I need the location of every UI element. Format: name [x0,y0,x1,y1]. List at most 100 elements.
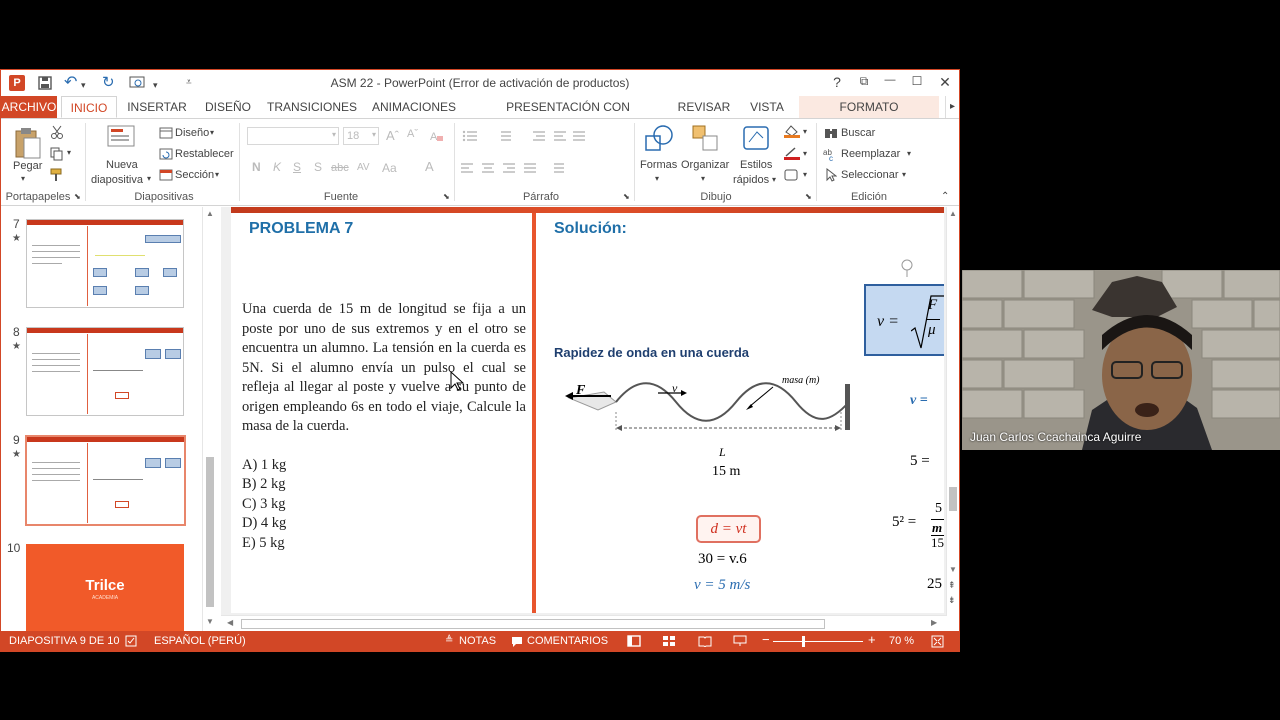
seccion-button[interactable]: Sección [175,169,214,181]
minimize-button[interactable]: — [881,74,899,86]
shape-fill-icon[interactable] [783,124,801,138]
pegar-label[interactable]: Pegar [13,160,42,172]
tabs-scroll-icon[interactable]: ▸ [945,96,959,118]
shape-outline-dropdown-icon[interactable]: ▾ [803,149,807,158]
horizontal-scroll-thumb[interactable] [241,619,825,629]
tab-formato[interactable]: FORMATO [799,96,939,118]
tab-animaciones[interactable]: ANIMACIONES [369,96,459,118]
shadow-button[interactable]: S [314,160,322,174]
tab-presentacion[interactable]: PRESENTACIÓN CON DIAPOSITIVAS [471,96,665,136]
spellcheck-icon[interactable] [125,635,139,647]
buscar-button[interactable]: Buscar [841,127,875,139]
estilos-dropdown-icon[interactable]: ▾ [772,175,776,184]
section-subtitle[interactable]: Rapidez de onda en una cuerda [554,345,749,360]
normal-view-icon[interactable] [627,635,641,647]
option-c[interactable]: C) 3 kg [242,496,286,513]
scroll-right-icon[interactable]: ▶ [931,618,937,627]
slideshow-icon[interactable] [733,635,747,647]
notes-icon[interactable]: ≜ [445,635,453,646]
change-case-button[interactable]: Aa [382,161,397,175]
char-spacing-button[interactable]: AV [357,162,370,173]
ribbon-display-button[interactable]: ⧉ [855,74,873,89]
reset-icon[interactable] [159,148,173,160]
rotate-handle-icon[interactable] [900,259,914,277]
slide-canvas[interactable]: PROBLEMA 7 Solución: Una cuerda de 15 m … [231,207,944,613]
scroll-up-icon[interactable]: ▲ [206,209,214,218]
copy-dropdown-icon[interactable]: ▾ [67,148,71,157]
option-a[interactable]: A) 1 kg [242,457,286,474]
formas-dropdown-icon[interactable]: ▾ [655,174,659,183]
tab-insertar[interactable]: INSERTAR [123,96,191,118]
wave-speed-formula-box[interactable]: v = F μ [864,284,944,356]
zoom-in-icon[interactable]: + [868,632,876,647]
select-cursor-icon[interactable] [825,168,837,182]
slide-thumbnail-7[interactable] [26,219,184,308]
slide-thumbnail-8[interactable] [26,327,184,416]
portapapeles-launcher-icon[interactable]: ⬊ [74,192,81,201]
zoom-level[interactable]: 70 % [889,635,914,647]
slide-thumbnail-9-selected[interactable] [25,435,186,526]
scroll-down-icon[interactable]: ▼ [206,617,214,626]
underline-button[interactable]: S [293,160,301,174]
scroll-left-icon[interactable]: ◀ [227,618,233,627]
tab-archivo[interactable]: ARCHIVO [1,96,57,118]
italic-button[interactable]: K [273,160,281,174]
tab-revisar[interactable]: REVISAR [675,96,733,118]
paragraph-controls[interactable] [461,127,621,187]
collapse-ribbon-icon[interactable]: ⌃ [941,191,949,202]
diseno-button[interactable]: Diseño [175,127,209,139]
fuente-launcher-icon[interactable]: ⬊ [443,192,450,201]
nueva-label[interactable]: Nueva [106,159,138,171]
seccion-dropdown-icon[interactable]: ▾ [215,170,219,179]
shapes-icon[interactable] [643,124,675,154]
new-slide-icon[interactable] [107,125,137,153]
paste-icon[interactable] [12,126,42,160]
copy-icon[interactable] [50,147,64,161]
bold-button[interactable]: N [252,160,261,174]
previous-slide-icon[interactable]: ⇞ [948,580,956,591]
scroll-down-icon[interactable]: ▼ [949,565,957,574]
pegar-dropdown-icon[interactable]: ▾ [21,174,25,183]
thumbnail-scroll-thumb[interactable] [206,457,214,607]
thumbnail-scrollbar[interactable]: ▲ ▼ [202,207,217,631]
shape-effects-dropdown-icon[interactable]: ▾ [803,170,807,179]
tab-vista[interactable]: VISTA [745,96,789,118]
dibujo-launcher-icon[interactable]: ⬊ [805,192,812,201]
slide-thumbnail-pane[interactable]: 7 ★ 8 ★ 9 ★ 10 Trilce ACADEMIA [1,207,201,631]
close-button[interactable]: ✕ [936,74,954,91]
shape-outline-icon[interactable] [783,146,801,160]
equation-v-5[interactable]: v = 5 m/s [694,577,750,594]
help-button[interactable]: ? [828,74,846,90]
option-e[interactable]: E) 5 kg [242,535,285,552]
grow-font-icon[interactable]: Aˆ [386,128,399,143]
fit-slide-icon[interactable] [931,635,944,648]
format-painter-icon[interactable] [50,168,66,182]
slide-horizontal-scrollbar[interactable]: ◀ ▶ [221,615,947,631]
equation-30-v6[interactable]: 30 = v.6 [698,551,747,568]
problem-title[interactable]: PROBLEMA 7 [249,220,353,238]
tab-transiciones[interactable]: TRANSICIONES [267,96,357,118]
font-size-dropdown-icon[interactable]: ▾ [372,130,376,139]
replace-icon[interactable]: abc [823,147,839,161]
organizar-button[interactable]: Organizar [681,159,729,171]
layout-icon[interactable] [159,127,173,139]
seleccionar-dropdown-icon[interactable]: ▾ [902,170,906,179]
estilos-label[interactable]: Estilos [740,159,772,171]
equation-d-vt[interactable]: d = vt [696,515,761,543]
comments-button[interactable]: COMENTARIOS [527,635,608,647]
zoom-slider-track[interactable] [773,641,863,642]
restablecer-button[interactable]: Restablecer [175,148,234,160]
reemplazar-dropdown-icon[interactable]: ▾ [907,149,911,158]
diseno-dropdown-icon[interactable]: ▾ [210,128,214,137]
next-slide-icon[interactable]: ⇟ [948,595,956,606]
slide-editing-area[interactable]: PROBLEMA 7 Solución: Una cuerda de 15 m … [221,207,947,615]
font-name-box[interactable]: ▾ [247,127,339,145]
slide-scroll-thumb[interactable] [949,487,957,511]
slide-thumbnail-10[interactable]: Trilce ACADEMIA [26,544,184,631]
problem-text[interactable]: Una cuerda de 15 m de longitud se fija a… [242,300,526,437]
webcam-video-tile[interactable]: Juan Carlos Ccachainca Aguirre [962,270,1280,450]
tab-inicio[interactable]: INICIO [61,96,117,118]
quick-styles-icon[interactable] [741,124,771,154]
reemplazar-button[interactable]: Reemplazar [841,148,900,160]
notes-button[interactable]: NOTAS [459,635,496,647]
